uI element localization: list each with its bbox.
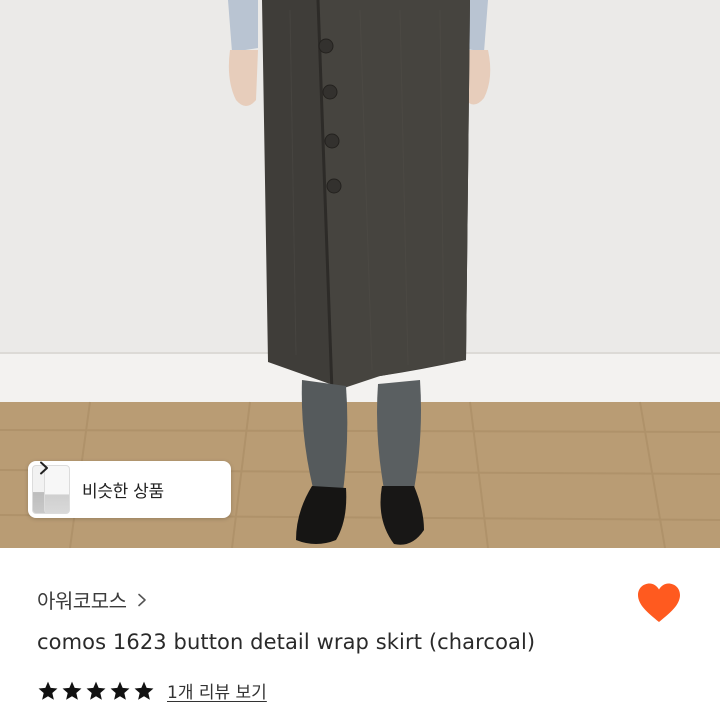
product-info: 아워코모스 comos 1623 button detail wrap skir…: [0, 548, 720, 720]
favorite-button[interactable]: [636, 582, 682, 624]
star-icon: [86, 681, 106, 700]
star-icon: [62, 681, 82, 700]
star-icon: [38, 681, 58, 700]
similar-products-button[interactable]: 비슷한 상품: [28, 461, 231, 518]
product-photo[interactable]: 비슷한 상품: [0, 0, 720, 548]
heart-icon: [638, 583, 680, 622]
product-title: comos 1623 button detail wrap skirt (cha…: [37, 630, 536, 654]
chevron-right-icon: [40, 461, 48, 475]
shop-name: 아워코모스: [37, 589, 127, 613]
similar-products-label: 비슷한 상품: [82, 482, 164, 502]
star-icon: [134, 681, 154, 700]
reviews-link[interactable]: 1개 리뷰 보기: [167, 678, 267, 703]
rating-row: 1개 리뷰 보기: [37, 678, 267, 703]
star-icon: [110, 681, 130, 700]
chevron-right-icon: [137, 593, 146, 606]
star-rating: [37, 680, 155, 702]
shop-link[interactable]: 아워코모스: [37, 585, 147, 614]
